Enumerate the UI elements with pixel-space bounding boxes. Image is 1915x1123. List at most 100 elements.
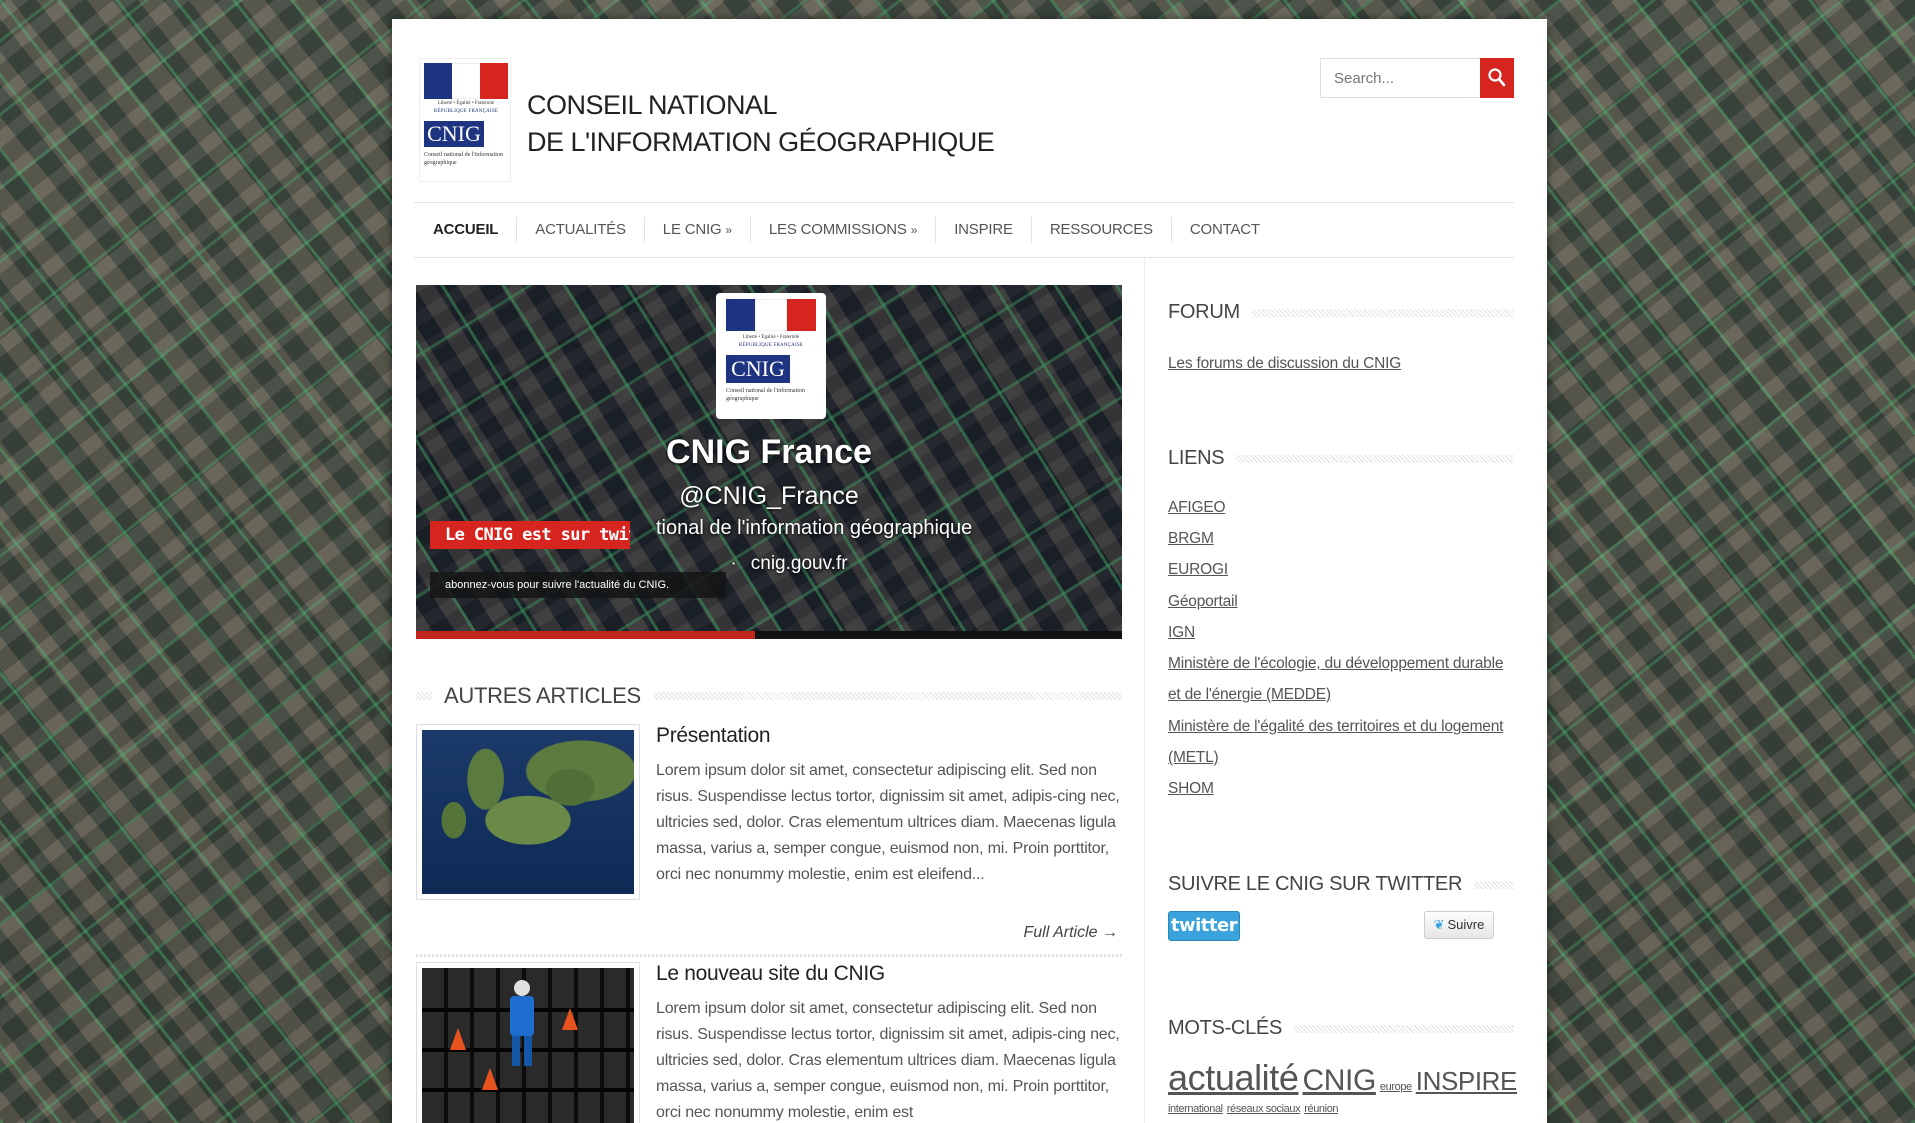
heading-decoration [1251, 308, 1514, 317]
nav-item-inspire[interactable]: INSPIRE [936, 217, 1032, 243]
heading-decoration [416, 692, 432, 700]
tag-link[interactable]: réunion [1304, 1103, 1338, 1115]
column-divider [1144, 258, 1145, 1123]
twitter-bird-icon: ❦ [1433, 917, 1445, 932]
nav-label: ACCUEIL [433, 221, 499, 238]
link-shom[interactable]: SHOM [1168, 780, 1214, 798]
link-medde-cont[interactable]: et de l'énergie (MEDDE) [1168, 686, 1331, 704]
slider-caption-text: abonnez-vous pour suivre l'actualité du … [430, 572, 726, 598]
link-brgm[interactable]: BRGM [1168, 530, 1214, 548]
link-ign[interactable]: IGN [1168, 624, 1195, 642]
cone-icon [482, 1068, 498, 1090]
nav-item-le-cnig[interactable]: LE CNIG » [645, 217, 751, 243]
page-container: Liberté • Égalité • Fraternité RÉPUBLIQU… [392, 19, 1547, 1123]
sidebar-title: LIENS [1168, 447, 1225, 469]
twitter-follow-button[interactable]: ❦ Suivre [1424, 911, 1494, 939]
article-excerpt: Lorem ipsum dolor sit amet, consectetur … [656, 762, 1120, 883]
heading-decoration [652, 692, 1122, 700]
nav-label: LES COMMISSIONS [768, 221, 907, 238]
tag-link[interactable]: actualité [1168, 1057, 1299, 1098]
link-eurogi[interactable]: EUROGI [1168, 561, 1228, 579]
sidebar-title: FORUM [1168, 301, 1240, 323]
cone-icon [562, 1008, 578, 1030]
submenu-arrow-icon: » [910, 223, 918, 237]
section-title: AUTRES ARTICLES [444, 683, 641, 708]
cone-icon [450, 1028, 466, 1050]
forum-link[interactable]: Les forums de discussion du CNIG [1168, 355, 1401, 373]
article-item: Le nouveau site du CNIG Lorem ipsum dolo… [416, 962, 1122, 1123]
nav-item-ressources[interactable]: RESSOURCES [1032, 217, 1172, 243]
link-afigeo[interactable]: AFIGEO [1168, 499, 1226, 517]
main-nav: ACCUEIL ACTUALITÉS LE CNIG » LES COMMISS… [414, 202, 1514, 258]
logo-republic: RÉPUBLIQUE FRANÇAISE [738, 343, 804, 348]
sidebar-heading-forum: FORUM [1168, 301, 1514, 324]
link-metl[interactable]: Ministère de l'égalité des territoires e… [1168, 718, 1503, 736]
slider-progress-bar [416, 631, 755, 639]
link-geoportail[interactable]: Géoportail [1168, 593, 1238, 611]
heading-decoration [1293, 1024, 1514, 1033]
tag-link[interactable]: international [1168, 1103, 1223, 1115]
tag-link[interactable]: réseaux sociaux [1227, 1103, 1301, 1115]
logo-subtitle: Conseil national de l'information géogra… [424, 152, 503, 166]
keyboard-worker-image [422, 968, 634, 1123]
tag-link[interactable]: CNIG [1303, 1064, 1377, 1097]
logo-motto: Liberté • Égalité • Fraternité [437, 101, 495, 106]
full-article-link[interactable]: Full Article → [1023, 924, 1118, 942]
tag-cloud: actualité CNIG europe INSPIRE international… [1168, 1057, 1518, 1117]
nav-label: CONTACT [1189, 221, 1260, 238]
logo-republic: RÉPUBLIQUE FRANÇAISE [433, 109, 499, 114]
heading-decoration [1474, 880, 1514, 889]
sidebar-heading-twitter: SUIVRE LE CNIG SUR TWITTER [1168, 873, 1514, 896]
twitter-logo[interactable]: twitter [1168, 911, 1240, 941]
search-input[interactable] [1321, 59, 1481, 97]
link-metl-cont[interactable]: (METL) [1168, 749, 1219, 767]
europe-map-image [422, 730, 634, 894]
article-item: Présentation Lorem ipsum dolor sit amet,… [416, 724, 1122, 964]
slider-title: CNIG France [666, 433, 872, 471]
sidebar-heading-liens: LIENS [1168, 447, 1514, 470]
follow-label: Suivre [1447, 917, 1485, 932]
article-thumbnail[interactable] [416, 962, 640, 1123]
submenu-arrow-icon: » [725, 223, 732, 237]
logo-badge: CNIG [424, 121, 484, 147]
search-icon [1488, 68, 1506, 87]
french-flag-icon [726, 299, 816, 331]
slider-cnig-logo: Liberté • Égalité • Fraternité RÉPUBLIQU… [716, 293, 826, 419]
sidebar-title: SUIVRE LE CNIG SUR TWITTER [1168, 873, 1463, 895]
sidebar-heading-tags: MOTS-CLÉS [1168, 1017, 1514, 1040]
heading-decoration [1236, 454, 1514, 463]
section-heading-articles: AUTRES ARTICLES [416, 683, 1122, 709]
figurine-icon [502, 980, 542, 1070]
article-title[interactable]: Présentation [656, 724, 771, 748]
logo-subtitle: Conseil national de l'information géogra… [726, 388, 805, 402]
sidebar-title: MOTS-CLÉS [1168, 1017, 1282, 1039]
nav-label: RESSOURCES [1049, 221, 1153, 238]
slider-description: tional de l'information géographique [656, 517, 973, 539]
article-excerpt: Lorem ipsum dolor sit amet, consectetur … [656, 1000, 1120, 1121]
slider-handle: @CNIG_France [679, 482, 859, 510]
nav-item-contact[interactable]: CONTACT [1172, 217, 1278, 243]
article-title[interactable]: Le nouveau site du CNIG [656, 962, 885, 986]
cnig-logo[interactable]: Liberté • Égalité • Fraternité RÉPUBLIQU… [419, 58, 511, 182]
site-title-line2: DE L'INFORMATION GÉOGRAPHIQUE [527, 127, 995, 157]
featured-slider[interactable]: Liberté • Égalité • Fraternité RÉPUBLIQU… [416, 285, 1122, 639]
french-flag-icon [424, 63, 508, 99]
search-form [1320, 58, 1514, 98]
tag-link[interactable]: INSPIRE [1416, 1066, 1518, 1096]
nav-label: INSPIRE [954, 221, 1013, 238]
article-thumbnail[interactable] [416, 724, 640, 900]
site-title[interactable]: CONSEIL NATIONAL DE L'INFORMATION GÉOGRA… [527, 87, 995, 161]
site-title-line1: CONSEIL NATIONAL [527, 90, 778, 120]
nav-item-actualites[interactable]: ACTUALITÉS [517, 217, 645, 243]
nav-item-accueil[interactable]: ACCUEIL [414, 217, 518, 243]
slider-caption-title[interactable]: Le CNIG est sur twit- [430, 521, 630, 549]
logo-motto: Liberté • Égalité • Fraternité [742, 335, 800, 340]
search-button[interactable] [1480, 58, 1514, 98]
article-separator [416, 954, 1122, 957]
nav-item-les-commissions[interactable]: LES COMMISSIONS » [751, 217, 937, 243]
tag-link[interactable]: europe [1380, 1081, 1412, 1093]
logo-badge: CNIG [726, 355, 790, 383]
link-medde[interactable]: Ministère de l'écologie, du développemen… [1168, 655, 1503, 673]
slider-progress-track [754, 631, 1122, 639]
nav-label: ACTUALITÉS [535, 221, 626, 238]
